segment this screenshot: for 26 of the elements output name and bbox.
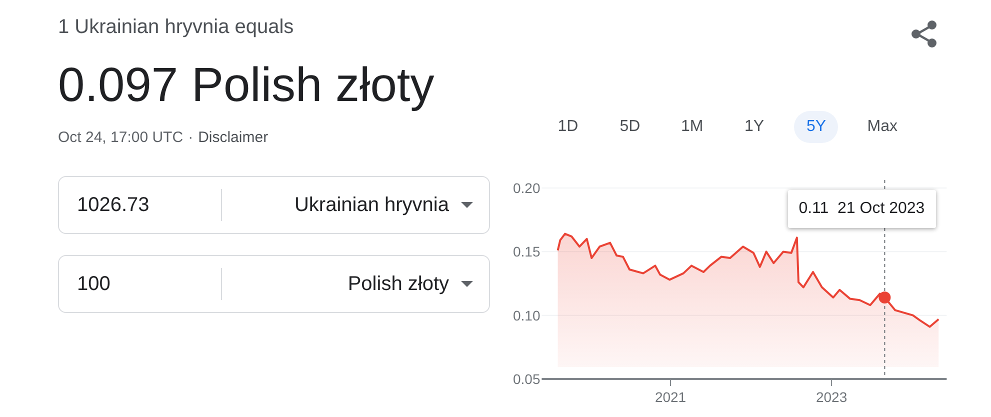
range-tab[interactable]: 1Y — [732, 111, 776, 143]
range-tab[interactable]: 5D — [608, 111, 652, 143]
axis-label: 2023 — [816, 389, 848, 405]
caret-icon — [461, 281, 473, 287]
caret-icon — [461, 202, 473, 208]
hover-point — [878, 292, 891, 304]
axis-label: 0.20 — [513, 180, 540, 196]
range-tab[interactable]: 1D — [546, 111, 590, 143]
axis-label: 0.05 — [513, 371, 540, 387]
chart-tooltip: 0.11 21 Oct 2023 — [788, 190, 936, 228]
range-tab[interactable]: 5Y — [794, 111, 838, 143]
separator-dot: · — [188, 128, 194, 148]
currency-select[interactable]: Ukrainian hryvnia — [222, 186, 489, 224]
range-tab[interactable]: Max — [856, 111, 908, 143]
currency-select[interactable]: Polish złoty — [222, 264, 489, 304]
range-tab[interactable]: 1M — [670, 111, 714, 143]
axis-label: 0.10 — [513, 307, 540, 324]
amount-field[interactable]: 100 — [77, 268, 207, 300]
conversion-result: 0.097 Polish złoty — [58, 58, 436, 114]
axis-label: 0.15 — [513, 244, 540, 260]
amount-field[interactable]: 1026.73 — [77, 190, 207, 220]
conversion-heading: 1 Ukrainian hryvnia equals — [58, 15, 295, 40]
share-icon[interactable] — [911, 20, 937, 48]
disclaimer-link[interactable]: Disclaimer — [198, 128, 268, 148]
axis-label: 2021 — [654, 389, 686, 405]
update-time: Oct 24, 17:00 UTC — [58, 128, 184, 148]
